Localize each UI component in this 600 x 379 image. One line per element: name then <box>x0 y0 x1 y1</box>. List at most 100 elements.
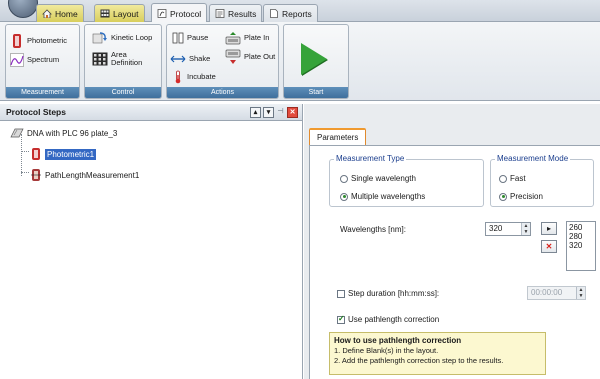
radio-label: Multiple wavelengths <box>351 192 426 201</box>
group-legend: Measurement Type <box>334 154 407 163</box>
radio-label: Fast <box>510 174 526 183</box>
ribbon-group-label: Measurement <box>6 87 79 98</box>
multiple-wavelengths-radio[interactable]: Multiple wavelengths <box>340 192 425 201</box>
spin-arrows[interactable]: ▲ ▼ <box>521 223 530 235</box>
plate-out-button[interactable]: Plate Out <box>225 49 275 65</box>
photometric-icon <box>32 148 40 160</box>
pathlength-hint-box: How to use pathlength correction 1. Defi… <box>329 332 546 375</box>
delete-step-button[interactable]: ✕ <box>287 107 298 118</box>
radio-circle <box>499 192 507 201</box>
spectrum-icon <box>10 53 24 67</box>
single-wavelength-radio[interactable]: Single wavelength <box>340 174 416 183</box>
tab-parameters[interactable]: Parameters <box>309 128 367 145</box>
thermometer-icon <box>175 70 181 84</box>
protocol-icon <box>157 9 167 18</box>
move-down-button[interactable]: ▾ <box>263 107 274 118</box>
wavelengths-label: Wavelengths [nm]: <box>340 225 406 234</box>
list-item[interactable]: 280 <box>569 232 593 241</box>
checkbox-box <box>337 314 345 324</box>
spin-value: 00:00:00 <box>531 288 563 297</box>
ribbon-item-label: Plate Out <box>244 52 276 61</box>
list-item[interactable]: 260 <box>569 223 593 232</box>
plate-out-icon <box>225 49 241 64</box>
ribbon-group-measurement: Photometric Spectrum Measurement <box>5 24 80 99</box>
ribbon-group-label: Start <box>284 87 348 98</box>
precision-radio[interactable]: Precision <box>499 192 543 201</box>
reports-icon <box>270 9 278 18</box>
fast-radio[interactable]: Fast <box>499 174 526 183</box>
plate-in-button[interactable]: Plate In <box>225 31 269 45</box>
tab-label: Protocol <box>170 8 202 19</box>
tree-node-label: PathLengthMeasurement1 <box>45 170 140 180</box>
plate-in-icon <box>225 32 241 45</box>
home-icon <box>42 9 52 18</box>
add-wavelength-button[interactable]: ▸ <box>541 222 557 235</box>
tab-protocol[interactable]: Protocol <box>151 3 208 23</box>
step-duration-input[interactable]: 00:00:00 ▲ ▼ <box>527 286 586 300</box>
tab-home[interactable]: Home <box>36 4 84 22</box>
ribbon-group-label: Control <box>85 87 161 98</box>
area-grid-icon <box>92 52 108 66</box>
tree-item-photometric1[interactable]: Photometric1 <box>30 147 97 161</box>
checkbox-label: Step duration [hh:mm:ss]: <box>348 289 440 298</box>
tab-layout[interactable]: Layout <box>94 4 145 22</box>
protocol-steps-header: Protocol Steps ▴ ▾ ⊣ ✕ <box>0 104 302 121</box>
tree-node-label: DNA with PLC 96 plate_3 <box>27 128 118 138</box>
tree-root-plate[interactable]: DNA with PLC 96 plate_3 <box>10 127 117 139</box>
tab-label: Layout <box>113 8 139 19</box>
move-up-button[interactable]: ▴ <box>250 107 261 118</box>
pane-title: Protocol Steps <box>6 107 66 117</box>
ribbon-item-label: Shake <box>189 54 211 63</box>
spin-value: 320 <box>489 224 503 233</box>
tree-item-pathlength-measurement1[interactable]: PathLengthMeasurement1 <box>30 168 139 182</box>
tab-results[interactable]: Results <box>209 4 263 22</box>
pause-icon <box>172 32 184 44</box>
ribbon: Photometric Spectrum Measurement Kinetic… <box>0 22 600 101</box>
pause-button[interactable]: Pause <box>172 32 208 44</box>
photometric-button[interactable]: Photometric <box>10 33 67 49</box>
spectrum-button[interactable]: Spectrum <box>10 53 59 67</box>
incubate-button[interactable]: Incubate <box>172 70 216 84</box>
radio-label: Single wavelength <box>351 174 416 183</box>
kinetic-loop-icon <box>92 32 107 44</box>
ribbon-tab-bar: Home Layout Protocol Results Reports <box>0 0 600 23</box>
wavelength-list[interactable]: 260 280 320 <box>566 221 596 271</box>
radio-label: Precision <box>510 192 543 201</box>
kinetic-loop-button[interactable]: Kinetic Loop <box>92 31 152 45</box>
ribbon-item-label: Spectrum <box>27 55 60 64</box>
radio-circle <box>340 192 348 201</box>
ribbon-group-control: Kinetic Loop Area Definition Control <box>84 24 162 99</box>
photometric-icon <box>13 34 21 48</box>
application-menu-button[interactable] <box>8 0 38 18</box>
pin-icon[interactable]: ⊣ <box>276 107 285 118</box>
shake-icon <box>170 55 186 63</box>
ribbon-item-label: Photometric <box>27 36 68 45</box>
shake-button[interactable]: Shake <box>170 54 210 64</box>
step-duration-checkbox[interactable]: Step duration [hh:mm:ss]: <box>337 289 439 298</box>
ribbon-item-label: Kinetic Loop <box>111 33 153 42</box>
ribbon-group-label: Actions <box>167 87 278 98</box>
hint-line: 2. Add the pathlength correction step to… <box>334 356 504 365</box>
remove-wavelength-button[interactable]: ✕ <box>541 240 557 253</box>
use-pathlength-correction-checkbox[interactable]: Use pathlength correction <box>337 314 440 324</box>
ribbon-item-label: Plate In <box>244 33 270 42</box>
wavelength-spinbox[interactable]: 320 ▲ ▼ <box>485 222 531 236</box>
hint-line: 1. Define Blank(s) in the layout. <box>334 346 439 355</box>
group-legend: Measurement Mode <box>495 154 571 163</box>
ribbon-item-label: Incubate <box>187 72 216 81</box>
results-icon <box>215 9 225 18</box>
tab-label: Reports <box>282 8 312 19</box>
checkbox-box <box>337 289 345 298</box>
radio-circle <box>499 174 507 183</box>
ribbon-item-label: Area Definition <box>111 50 143 67</box>
ribbon-group-actions: Pause Shake Incubate Plate In Plate Out … <box>166 24 279 99</box>
spin-arrows[interactable]: ▲ ▼ <box>576 287 585 299</box>
ribbon-group-start: Start <box>283 24 349 99</box>
list-item[interactable]: 320 <box>569 241 593 250</box>
tab-reports[interactable]: Reports <box>263 4 318 22</box>
checkbox-label: Use pathlength correction <box>348 315 440 324</box>
protocol-steps-pane: Protocol Steps ▴ ▾ ⊣ ✕ DNA with PLC 96 p… <box>0 104 303 379</box>
pathlength-measurement-icon <box>31 169 41 181</box>
start-play-icon[interactable] <box>301 43 327 75</box>
area-definition-button[interactable]: Area Definition <box>92 51 142 67</box>
